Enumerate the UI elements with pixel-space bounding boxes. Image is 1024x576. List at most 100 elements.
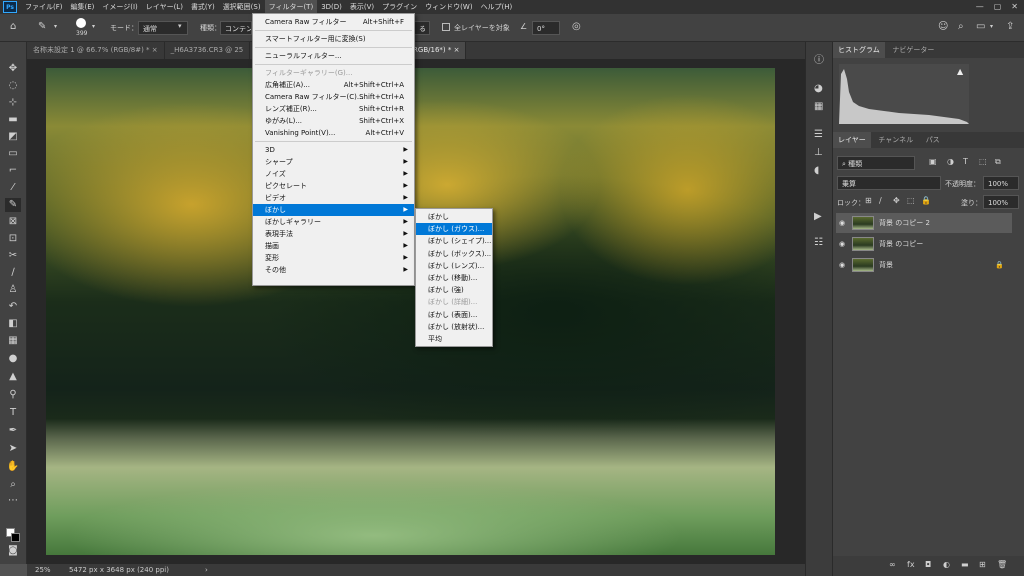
filter-adjust-icon[interactable]: ◑ (947, 158, 954, 166)
stamp-tool-icon[interactable]: ⊡ (5, 232, 21, 246)
play-icon[interactable]: ▶ (814, 212, 822, 222)
more-tools-icon[interactable]: ⋯ (5, 494, 21, 508)
maximize-icon[interactable]: ▢ (994, 3, 1002, 11)
filter-menu-item[interactable]: ノイズ ▶ (253, 168, 414, 180)
type-select[interactable]: コンテン (220, 21, 252, 35)
lasso-tool-icon[interactable]: ◌ (5, 79, 21, 93)
filter-menu-item[interactable]: シャープ ▶ (253, 156, 414, 168)
filter-menu-item[interactable]: 変形 ▶ (253, 252, 414, 264)
menu-item[interactable]: ヘルプ(H) (477, 0, 517, 14)
document-tab[interactable]: _H6A3736.CR3 @ 25 (165, 42, 251, 59)
healing-brush-tool-icon[interactable]: ✎ (5, 198, 21, 212)
chevron-right-icon[interactable]: › (205, 566, 208, 574)
filter-menu-item[interactable]: スマートフィルター用に変換(S) (253, 33, 414, 45)
blur-menu-item[interactable]: ぼかし (シェイプ)... (416, 235, 492, 247)
fx-icon[interactable]: fx (907, 561, 915, 569)
blend-mode-select[interactable]: 乗算 (837, 176, 941, 190)
clone-stamp-icon[interactable]: ♙ (5, 283, 21, 297)
filter-smart-icon[interactable]: ⧉ (995, 158, 1001, 166)
filter-menu-item[interactable]: その他 ▶ (253, 264, 414, 276)
menu-item[interactable]: イメージ(I) (98, 0, 141, 14)
zoom-tool-icon[interactable]: ⌕ (5, 478, 21, 492)
share-icon[interactable]: ⇪ (1006, 22, 1014, 32)
lock-pixels-icon[interactable]: ⊞ (865, 197, 872, 205)
quick-select-tool-icon[interactable]: ⊹ (5, 96, 21, 110)
blur-menu-item[interactable]: ぼかし (ボックス)... (416, 248, 492, 260)
lock-all-icon[interactable]: 🔒 (921, 197, 931, 205)
pressure-size-icon[interactable]: ◎ (572, 22, 581, 32)
blur-menu-item[interactable]: ぼかし (放射状)... (416, 321, 492, 333)
filter-type-icon[interactable]: T (963, 158, 968, 166)
blur-menu-item[interactable]: ぼかし (表面)... (416, 309, 492, 321)
layer-row[interactable]: ◉ 背景 🔒 (836, 255, 1012, 275)
healing-brush-icon[interactable]: ✎ (38, 22, 46, 32)
type-tool-icon[interactable]: T (5, 406, 21, 420)
layer-row[interactable]: ◉ 背景 のコピー (836, 234, 1012, 254)
tab-close-icon[interactable]: × (152, 46, 158, 54)
workspace-icon[interactable]: ▭ (976, 22, 985, 32)
filter-menu-item[interactable]: 表現手法 ▶ (253, 228, 414, 240)
tab-histogram[interactable]: ヒストグラム (833, 42, 885, 58)
blur-menu-item[interactable]: ぼかし (416, 211, 492, 223)
close-icon[interactable]: ✕ (1011, 3, 1018, 11)
pen-tool-icon[interactable]: ✒ (5, 424, 21, 438)
frame-tool-icon[interactable]: ▬ (5, 113, 21, 127)
tab-layers[interactable]: レイヤー (833, 132, 871, 148)
warning-icon[interactable]: ▲ (957, 68, 963, 76)
adjustment-icon[interactable]: ◐ (943, 561, 950, 569)
patch-tool-icon[interactable]: ⊠ (5, 215, 21, 229)
lock-artboard-icon[interactable]: ⬚ (907, 197, 915, 205)
filter-menu-item[interactable]: 描画 ▶ (253, 240, 414, 252)
filter-menu-item[interactable]: ニューラルフィルター... (253, 50, 414, 62)
filter-pixel-icon[interactable]: ▣ (929, 158, 937, 166)
new-layer-icon[interactable]: ⊞ (979, 561, 986, 569)
eye-icon[interactable]: ◉ (836, 240, 848, 248)
eye-icon[interactable]: ◉ (836, 261, 848, 269)
move-tool-icon[interactable]: ✥ (5, 62, 21, 76)
zoom-level[interactable]: 25% (35, 566, 51, 574)
tab-close-icon[interactable]: × (454, 46, 460, 54)
link-icon[interactable]: ∞ (889, 561, 896, 569)
kind-filter-select[interactable]: ⌕ 種類 (837, 156, 915, 170)
menu-item[interactable]: 3D(D) (317, 0, 346, 14)
blur-menu-item[interactable]: ぼかし (ガウス)... (416, 223, 492, 236)
filter-menu-item[interactable]: ピクセレート ▶ (253, 180, 414, 192)
background-color-swatch[interactable] (11, 533, 20, 542)
filter-menu-item[interactable]: Camera Raw フィルター Alt+Shift+F (253, 16, 414, 28)
share-person-icon[interactable]: ☺ (938, 22, 948, 32)
gradient-tool-icon[interactable]: ▦ (5, 334, 21, 348)
menu-item[interactable]: プラグイン (378, 0, 421, 14)
lock-position-icon[interactable]: ✥ (893, 197, 900, 205)
object-select-icon[interactable]: ◩ (5, 130, 21, 144)
tab-channels[interactable]: チャンネル (873, 132, 918, 148)
menu-item[interactable]: レイヤー(L) (142, 0, 187, 14)
filter-menu-item[interactable]: 3D ▶ (253, 144, 414, 156)
trash-icon[interactable]: 🗑 (997, 561, 1007, 569)
crop-tool-icon[interactable]: ⌐ (5, 164, 21, 178)
eraser-tool-icon[interactable]: ◧ (5, 317, 21, 331)
brush-tool-icon[interactable]: ∕ (5, 266, 21, 280)
menu-item[interactable]: 表示(V) (346, 0, 378, 14)
quick-mask-icon[interactable]: ◙ (5, 544, 21, 558)
filter-menu-item[interactable]: ぼかし ▶ (253, 204, 414, 216)
bulb-icon[interactable]: ◖ (814, 166, 819, 176)
fill-input[interactable]: 100% (983, 195, 1019, 209)
stamp-icon[interactable]: ⊥ (814, 148, 823, 158)
eyedropper-tool-icon[interactable]: ⁄ (5, 181, 21, 195)
content-aware-move-icon[interactable]: ✂ (5, 249, 21, 263)
minimize-icon[interactable]: — (976, 3, 984, 11)
grid-icon[interactable]: ▦ (814, 102, 823, 112)
eye-icon[interactable]: ◉ (836, 219, 848, 227)
history-brush-icon[interactable]: ↶ (5, 300, 21, 314)
all-layers-checkbox[interactable] (442, 23, 450, 31)
filter-menu-item[interactable]: レンズ補正(R)... Shift+Ctrl+R (253, 103, 414, 115)
tab-navigator[interactable]: ナビゲーター (887, 42, 939, 58)
blur-tool-icon[interactable]: ● (5, 352, 21, 366)
blur-menu-item[interactable]: 平均 (416, 333, 492, 345)
properties-icon[interactable]: ☷ (814, 238, 823, 248)
filter-menu-item[interactable]: ぼかしギャラリー ▶ (253, 216, 414, 228)
menu-item[interactable]: フィルター(T) (264, 0, 318, 14)
partial-button[interactable]: る (414, 21, 430, 35)
palette-icon[interactable]: ◕ (814, 84, 823, 94)
chevron-down-icon[interactable]: ▾ (92, 24, 95, 30)
